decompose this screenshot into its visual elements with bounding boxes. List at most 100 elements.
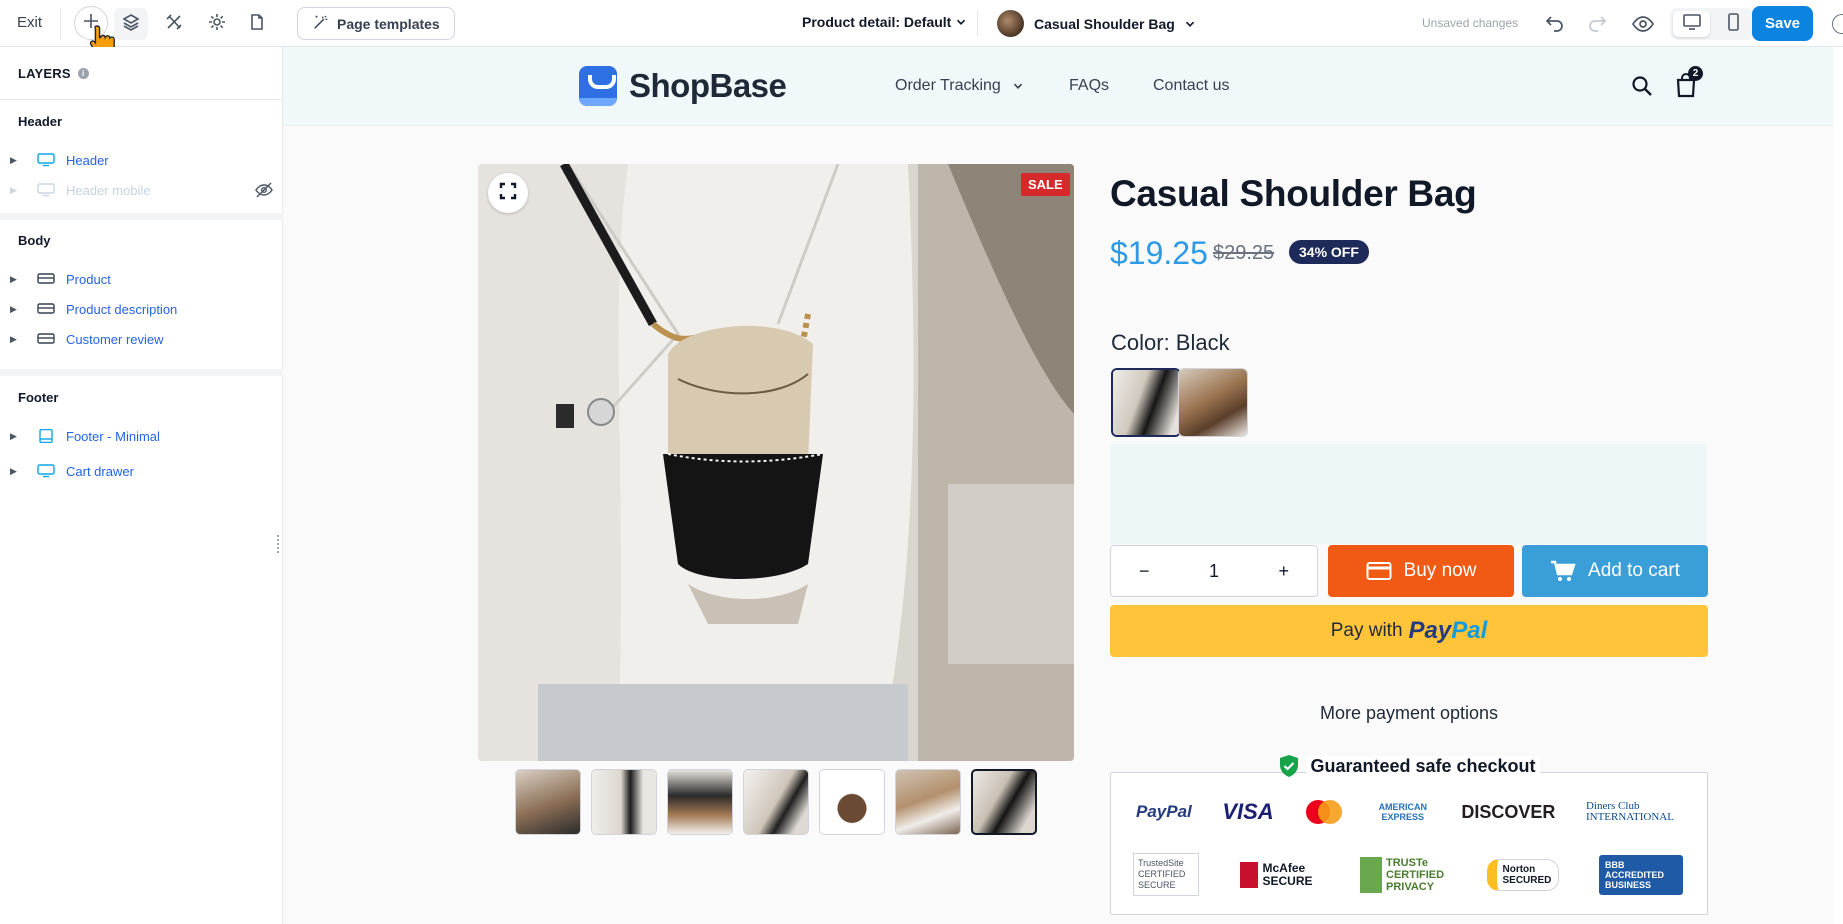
info-icon[interactable]: i: [77, 68, 89, 79]
redo-icon[interactable]: [1585, 12, 1609, 36]
thumbnail[interactable]: [667, 769, 733, 835]
expand-arrow-icon[interactable]: ▶: [10, 185, 24, 196]
cart-icon: [1551, 560, 1576, 581]
swatch-black[interactable]: [1111, 368, 1181, 437]
section-header: Header: [18, 114, 63, 129]
trustedsite-seal: TrustedSite CERTIFIED SECURE: [1133, 853, 1199, 896]
shopbase-logo[interactable]: ShopBase: [579, 66, 787, 106]
layer-label: Product: [66, 271, 111, 287]
compare-price: $29.25: [1213, 242, 1275, 264]
nav-order-tracking[interactable]: Order Tracking: [895, 77, 1023, 95]
swatch-brown[interactable]: [1178, 368, 1248, 437]
product-dropdown[interactable]: Casual Shoulder Bag: [997, 10, 1195, 37]
footer-icon: [36, 428, 56, 444]
layers-title-text: LAYERS: [18, 66, 71, 81]
truste-seal: TRUSTe CERTIFIED PRIVACY: [1360, 856, 1446, 893]
eye-off-icon[interactable]: [254, 181, 274, 199]
chevron-down-icon: [1013, 83, 1022, 89]
layer-product-description[interactable]: ▶ Product description: [10, 296, 278, 322]
thumbnail[interactable]: [591, 769, 657, 835]
thumbnail[interactable]: [895, 769, 961, 835]
layer-product[interactable]: ▶ Product: [10, 266, 278, 292]
layer-header-mobile[interactable]: ▶ Header mobile: [10, 177, 278, 203]
page-icon: [247, 12, 267, 37]
qty-increase-button[interactable]: +: [1278, 561, 1289, 582]
layer-customer-review[interactable]: ▶ Customer review: [10, 326, 278, 352]
cart-count-badge: 2: [1688, 66, 1703, 81]
thumbnail-selected[interactable]: [971, 769, 1037, 835]
page-type-label: Product detail: Default: [802, 14, 952, 30]
device-switcher: [1670, 8, 1754, 40]
nav-contact[interactable]: Contact us: [1153, 77, 1229, 95]
amex-logo: AMERICAN EXPRESS: [1378, 802, 1428, 822]
product-thumbnail: [997, 10, 1024, 37]
thumbnail[interactable]: [743, 769, 809, 835]
layers-button[interactable]: [114, 8, 148, 40]
expand-arrow-icon[interactable]: ▶: [10, 431, 24, 442]
layer-footer-minimal[interactable]: ▶ Footer - Minimal: [10, 423, 278, 449]
panel-resize-handle[interactable]: [277, 535, 281, 553]
expand-arrow-icon[interactable]: ▶: [10, 334, 24, 345]
paypal-button[interactable]: Pay with PayPal: [1110, 605, 1708, 657]
fullscreen-button[interactable]: [488, 173, 528, 213]
expand-arrow-icon[interactable]: ▶: [10, 304, 24, 315]
mastercard-logo: [1306, 800, 1343, 824]
layer-label: Cart drawer: [66, 463, 134, 479]
more-payment-options-link[interactable]: More payment options: [1110, 703, 1708, 724]
mcafee-seal: McAfee SECURE: [1239, 861, 1320, 888]
product-photo: [478, 164, 1074, 761]
exit-button[interactable]: Exit: [17, 14, 42, 31]
chevron-down-icon: [957, 19, 966, 25]
bbb-seal: BBB ACCREDITED BUSINESS: [1599, 854, 1683, 895]
layer-cart-drawer[interactable]: ▶ Cart drawer: [10, 458, 278, 484]
product-price: $19.25: [1110, 235, 1208, 271]
magic-wand-icon: [312, 13, 330, 34]
nav-faqs[interactable]: FAQs: [1069, 77, 1109, 95]
paypal-button-label: Pay with: [1330, 620, 1403, 641]
layer-label: Header: [66, 152, 109, 168]
product-title: Casual Shoulder Bag: [1110, 173, 1477, 214]
empty-block: [1110, 444, 1707, 544]
product-main-image[interactable]: [478, 164, 1074, 761]
add-to-cart-button[interactable]: Add to cart: [1522, 545, 1708, 597]
pages-button[interactable]: [240, 8, 274, 40]
thumbnail[interactable]: [819, 769, 885, 835]
section-footer: Footer: [18, 390, 59, 405]
chevron-down-icon: [1185, 21, 1194, 27]
quantity-stepper: − 1 +: [1110, 545, 1318, 597]
layer-label: Product description: [66, 301, 178, 317]
save-button[interactable]: Save: [1752, 6, 1813, 41]
section-icon: [36, 302, 56, 316]
eye-icon[interactable]: [1631, 12, 1655, 36]
page-type-dropdown[interactable]: Product detail: Default: [802, 14, 966, 30]
preview-canvas: ShopBase Order Tracking FAQs Contact us …: [283, 47, 1833, 924]
layer-header[interactable]: ▶ Header: [10, 147, 278, 173]
trust-badges-box: PayPal VISA AMERICAN EXPRESS DISCOVER Di…: [1110, 772, 1708, 915]
section-body: Body: [18, 233, 51, 248]
expand-arrow-icon[interactable]: ▶: [10, 274, 24, 285]
buy-now-button[interactable]: Buy now: [1328, 545, 1514, 597]
search-icon[interactable]: [1630, 74, 1654, 98]
mobile-view-button[interactable]: [1714, 11, 1751, 37]
layer-label: Customer review: [66, 331, 164, 347]
qty-decrease-button[interactable]: −: [1139, 561, 1150, 582]
panel-edge-icon: [1832, 14, 1843, 34]
logo-text: ShopBase: [629, 67, 787, 104]
tools-button[interactable]: [157, 8, 191, 40]
thumbnail-gallery: [515, 769, 1037, 835]
settings-button[interactable]: [200, 8, 234, 40]
page-templates-button[interactable]: Page templates: [297, 7, 455, 40]
toolbar-divider: [60, 8, 61, 40]
credit-card-icon: [1366, 562, 1392, 580]
expand-arrow-icon[interactable]: ▶: [10, 155, 24, 166]
desktop-view-button[interactable]: [1673, 11, 1710, 37]
payment-logos: PayPal VISA AMERICAN EXPRESS DISCOVER Di…: [1136, 799, 1686, 825]
thumbnail[interactable]: [515, 769, 581, 835]
layer-label: Header mobile: [66, 182, 151, 198]
safe-checkout-heading: Guaranteed safe checkout: [1110, 754, 1708, 778]
section-separator: [0, 213, 283, 220]
qty-value[interactable]: 1: [1209, 561, 1219, 582]
norton-seal: Norton SECURED: [1486, 858, 1559, 891]
expand-arrow-icon[interactable]: ▶: [10, 466, 24, 477]
undo-icon[interactable]: [1543, 12, 1567, 36]
